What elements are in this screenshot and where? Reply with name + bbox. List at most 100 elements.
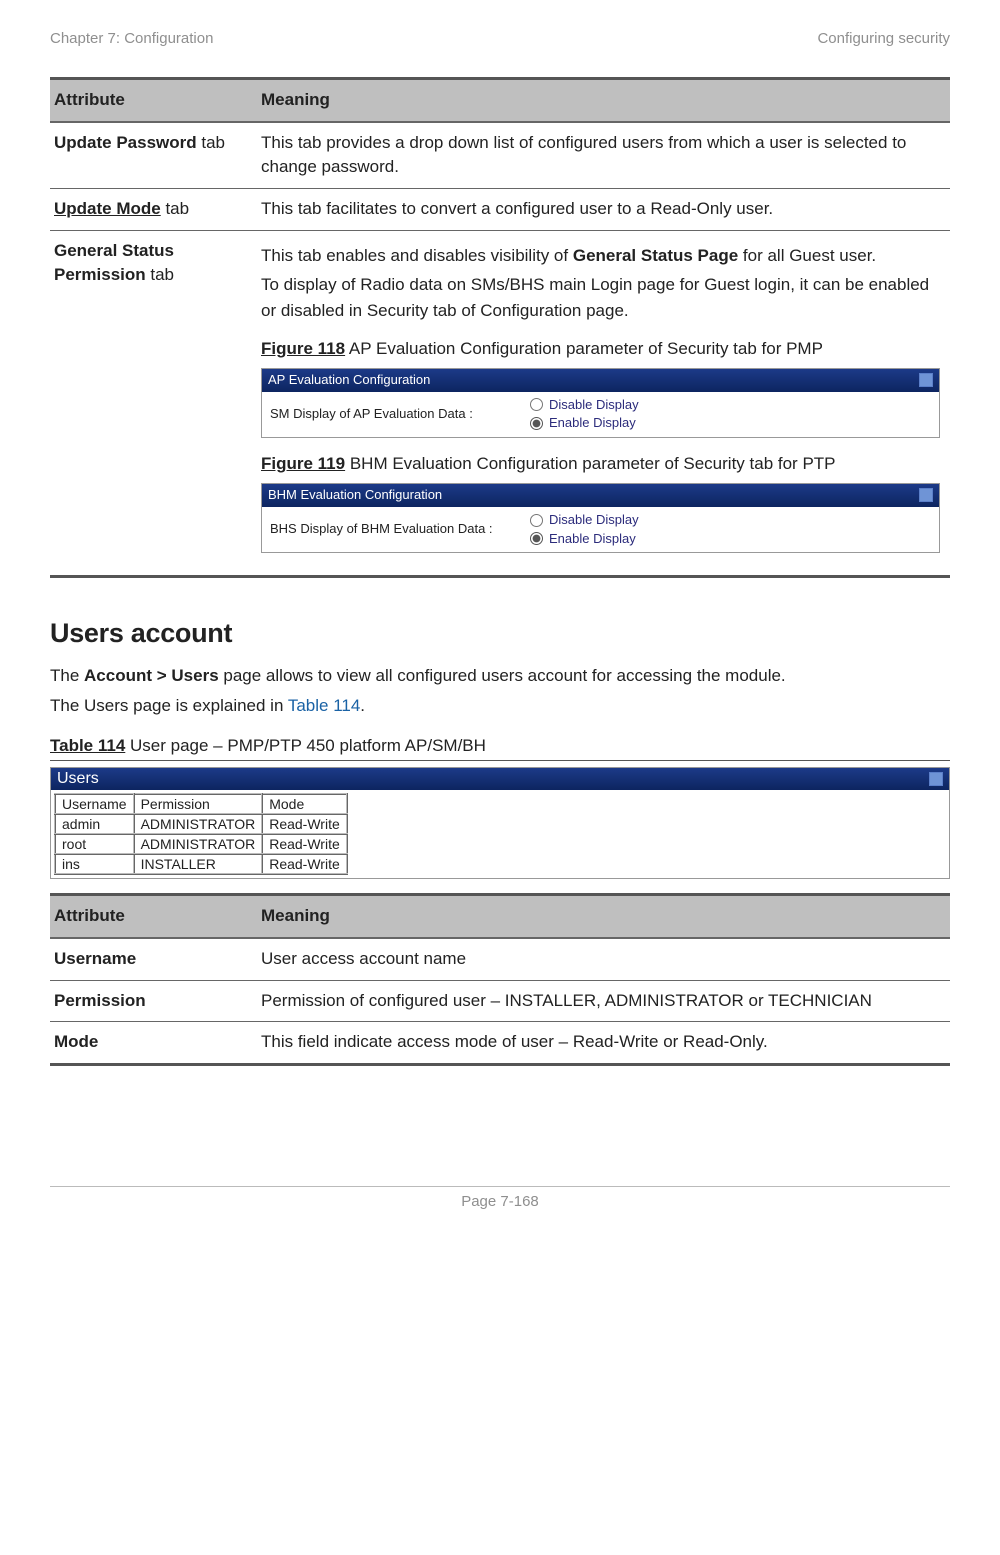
cell-mode: Read-Write <box>262 854 347 874</box>
text-bold: Account > Users <box>84 666 219 685</box>
figure-label-rest: BHM Evaluation Configuration parameter o… <box>345 454 835 473</box>
cell-username: root <box>55 834 134 854</box>
attr-label: Update Password <box>54 133 197 152</box>
meaning-cell: This field indicate access mode of user … <box>257 1022 950 1065</box>
widget-field-label: SM Display of AP Evaluation Data : <box>270 405 520 424</box>
attribute-table-1: Attribute Meaning Update Password tab Th… <box>50 77 950 578</box>
radio-label: Disable Display <box>549 511 639 530</box>
table-row: Update Password tab This tab provides a … <box>50 122 950 189</box>
radio-enable-display[interactable]: Enable Display <box>530 414 639 433</box>
attr-cell: Username <box>50 938 257 980</box>
cell-mode: Read-Write <box>262 834 347 854</box>
widget-header: BHM Evaluation Configuration <box>262 484 939 507</box>
attribute-table-2: Attribute Meaning Username User access a… <box>50 893 950 1066</box>
users-account-heading: Users account <box>50 618 950 649</box>
collapse-icon[interactable] <box>929 772 943 786</box>
caption-bold: Table 114 <box>50 736 125 755</box>
radio-input[interactable] <box>530 532 543 545</box>
text-bold: General Status Page <box>573 246 738 265</box>
table-row: Username User access account name <box>50 938 950 980</box>
section-p2: The Users page is explained in Table 114… <box>50 693 950 719</box>
radio-label: Enable Display <box>549 530 636 549</box>
figure-119-caption: Figure 119 BHM Evaluation Configuration … <box>261 452 940 477</box>
figure-label-rest: AP Evaluation Configuration parameter of… <box>345 339 823 358</box>
ap-evaluation-config-widget: AP Evaluation Configuration SM Display o… <box>261 368 940 439</box>
table1-header-attribute: Attribute <box>50 79 257 122</box>
widget-title: Users <box>57 770 99 788</box>
attr-cell: Update Password tab <box>50 122 257 189</box>
meaning-cell: This tab provides a drop down list of co… <box>257 122 950 189</box>
attr-label-rest: tab <box>161 199 189 218</box>
col-username: Username <box>55 794 134 814</box>
cell-mode: Read-Write <box>262 814 347 834</box>
text: page allows to view all configured users… <box>219 666 786 685</box>
radio-disable-display[interactable]: Disable Display <box>530 511 639 530</box>
table-row: Permission Permission of configured user… <box>50 980 950 1022</box>
page-header: Chapter 7: Configuration Configuring sec… <box>50 30 950 47</box>
radio-input[interactable] <box>530 417 543 430</box>
text: This tab enables and disables visibility… <box>261 246 573 265</box>
table-row: Username Permission Mode <box>55 794 347 814</box>
meaning-cell: User access account name <box>257 938 950 980</box>
table-row: ins INSTALLER Read-Write <box>55 854 347 874</box>
attr-label-rest: tab <box>197 133 225 152</box>
widget-header: AP Evaluation Configuration <box>262 369 939 392</box>
text: The Users page is explained in <box>50 696 288 715</box>
radio-enable-display[interactable]: Enable Display <box>530 530 639 549</box>
meaning-cell: This tab enables and disables visibility… <box>257 230 950 577</box>
cell-permission: ADMINISTRATOR <box>134 834 263 854</box>
widget-title: AP Evaluation Configuration <box>268 371 430 390</box>
radio-input[interactable] <box>530 398 543 411</box>
cell-permission: ADMINISTRATOR <box>134 814 263 834</box>
figure-label-bold: Figure 119 <box>261 454 345 473</box>
header-left: Chapter 7: Configuration <box>50 30 213 47</box>
caption-rule <box>50 760 950 761</box>
bhm-evaluation-config-widget: BHM Evaluation Configuration BHS Display… <box>261 483 940 554</box>
cell-username: admin <box>55 814 134 834</box>
attr-cell: Mode <box>50 1022 257 1065</box>
attr-cell: Permission <box>50 980 257 1022</box>
users-widget: Users Username Permission Mode admin ADM… <box>50 767 950 879</box>
radio-label: Enable Display <box>549 414 636 433</box>
attr-cell: Update Mode tab <box>50 188 257 230</box>
widget-header: Users <box>51 768 949 790</box>
caption-rest: User page – PMP/PTP 450 platform AP/SM/B… <box>125 736 486 755</box>
cell-permission: INSTALLER <box>134 854 263 874</box>
col-mode: Mode <box>262 794 347 814</box>
table1-header-meaning: Meaning <box>257 79 950 122</box>
figure-118-caption: Figure 118 AP Evaluation Configuration p… <box>261 337 940 362</box>
users-inner-table: Username Permission Mode admin ADMINISTR… <box>54 793 348 875</box>
header-right: Configuring security <box>817 30 950 47</box>
col-permission: Permission <box>134 794 263 814</box>
text: . <box>360 696 365 715</box>
attr-cell: General Status Permission tab <box>50 230 257 577</box>
table2-header-attribute: Attribute <box>50 895 257 938</box>
widget-field-label: BHS Display of BHM Evaluation Data : <box>270 520 520 539</box>
radio-disable-display[interactable]: Disable Display <box>530 396 639 415</box>
meaning-cell: This tab facilitates to convert a config… <box>257 188 950 230</box>
collapse-icon[interactable] <box>919 488 933 502</box>
meaning-cell: Permission of configured user – INSTALLE… <box>257 980 950 1022</box>
radio-input[interactable] <box>530 514 543 527</box>
figure-label-bold: Figure 118 <box>261 339 345 358</box>
table-row: admin ADMINISTRATOR Read-Write <box>55 814 347 834</box>
table-row: General Status Permission tab This tab e… <box>50 230 950 577</box>
page-footer: Page 7-168 <box>50 1186 950 1210</box>
text: for all Guest user. <box>738 246 876 265</box>
text: The <box>50 666 84 685</box>
table-row: root ADMINISTRATOR Read-Write <box>55 834 347 854</box>
meaning-p1: This tab enables and disables visibility… <box>261 243 940 269</box>
table-114-link[interactable]: Table 114 <box>288 696 360 715</box>
table2-header-meaning: Meaning <box>257 895 950 938</box>
table-row: Update Mode tab This tab facilitates to … <box>50 188 950 230</box>
table-114-caption: Table 114 User page – PMP/PTP 450 platfo… <box>50 736 950 756</box>
collapse-icon[interactable] <box>919 373 933 387</box>
widget-body: BHS Display of BHM Evaluation Data : Dis… <box>262 507 939 553</box>
radio-label: Disable Display <box>549 396 639 415</box>
cell-username: ins <box>55 854 134 874</box>
meaning-p2: To display of Radio data on SMs/BHS main… <box>261 272 940 323</box>
widget-title: BHM Evaluation Configuration <box>268 486 442 505</box>
attr-label: Update Mode <box>54 199 161 218</box>
table-row: Mode This field indicate access mode of … <box>50 1022 950 1065</box>
attr-label-rest: tab <box>146 265 174 284</box>
